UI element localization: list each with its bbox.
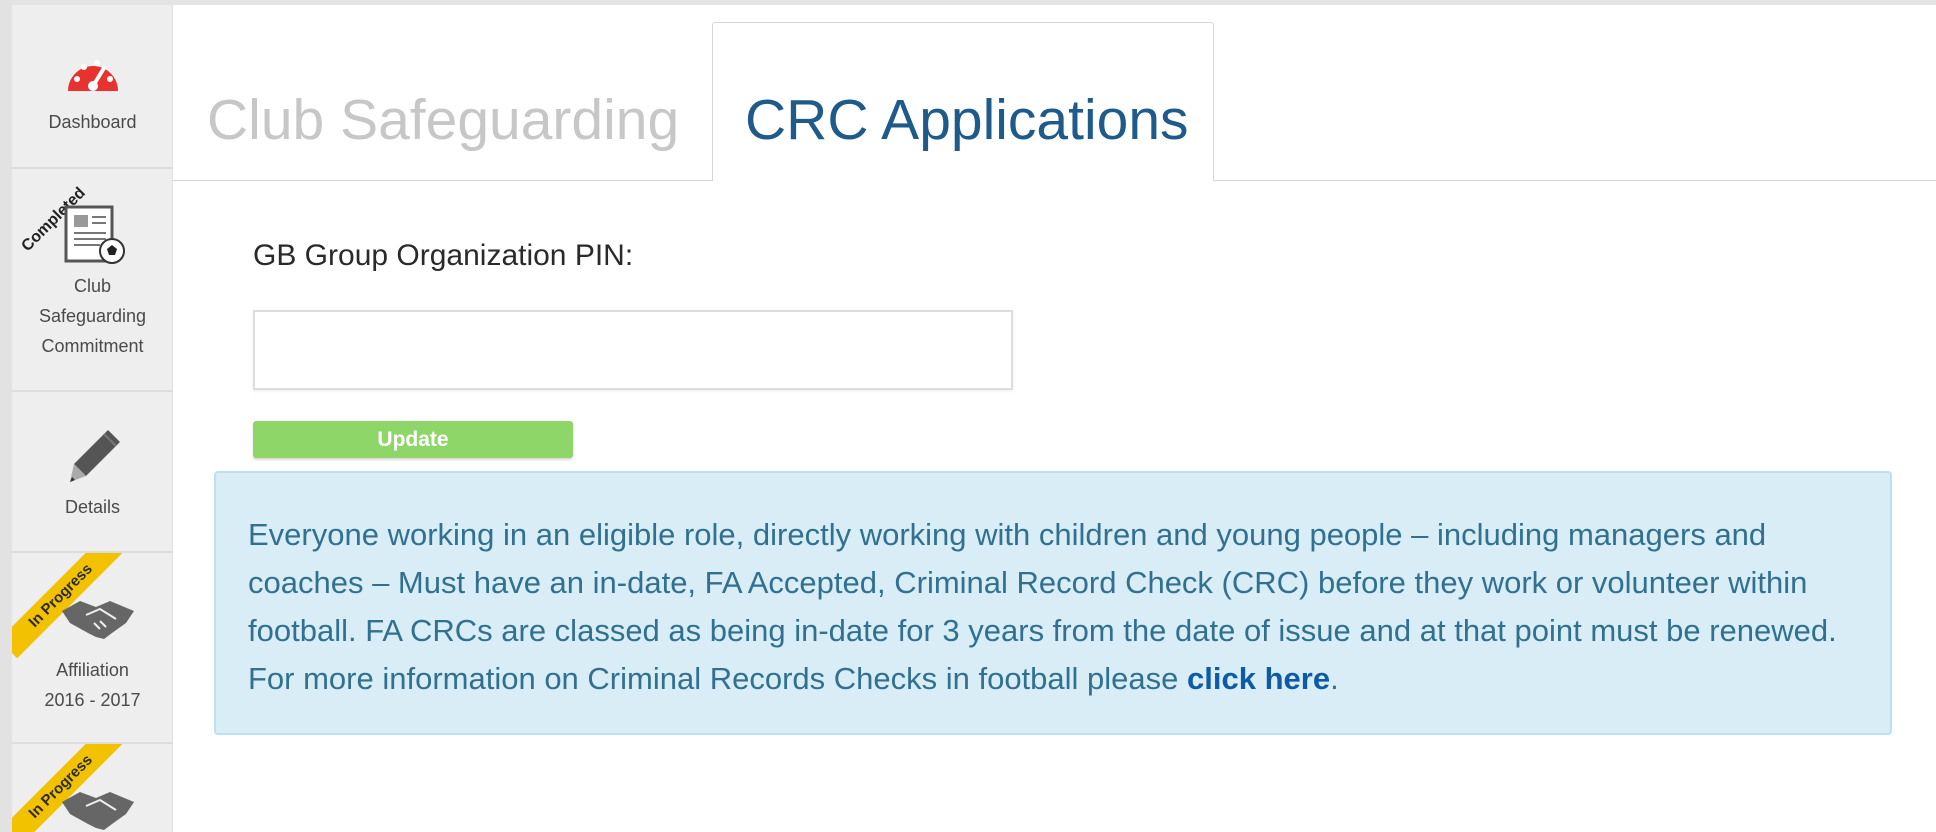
sidebar-item-club-safeguarding[interactable]: Completed Club Safeguarding Commitment	[12, 169, 172, 393]
sidebar-item-label: Affiliation	[56, 660, 129, 680]
sidebar-item-affiliation-2016-2017[interactable]: In Progress Affiliation 2016 - 2017	[12, 553, 172, 743]
main-panel: Club Safeguarding CRC Applications GB Gr…	[173, 5, 1936, 832]
sidebar-item-label: Safeguarding	[38, 306, 147, 326]
info-text: Everyone working in an eligible role, di…	[248, 517, 1837, 696]
sidebar-item-details[interactable]: Details	[12, 392, 172, 552]
pencil-icon	[70, 430, 120, 482]
sidebar: Dashboard Completed Club Safeguarding Co…	[12, 5, 173, 832]
safeguarding-document-icon	[64, 205, 125, 264]
pin-label: GB Group Organization PIN:	[253, 239, 634, 272]
tab-crc-applications[interactable]: CRC Applications	[745, 85, 1189, 155]
sidebar-item-affiliation-next[interactable]: In Progress	[12, 744, 172, 832]
gb-group-pin-input[interactable]	[253, 310, 1013, 390]
crc-info-alert: Everyone working in an eligible role, di…	[214, 471, 1892, 735]
update-button[interactable]: Update	[253, 421, 573, 458]
sidebar-item-label: Dashboard	[48, 112, 137, 132]
sidebar-item-label: Details	[64, 497, 121, 517]
sidebar-item-dashboard[interactable]: Dashboard	[12, 5, 172, 167]
dashboard-gauge-icon	[68, 60, 118, 91]
left-edge	[0, 0, 12, 832]
sidebar-item-label: Club	[73, 276, 112, 296]
sidebar-item-label: Commitment	[41, 336, 144, 356]
click-here-link[interactable]: click here	[1187, 661, 1330, 696]
handshake-icon	[62, 792, 134, 830]
sidebar-item-label: 2016 - 2017	[44, 690, 141, 710]
info-trailing: .	[1330, 661, 1339, 696]
handshake-icon	[62, 601, 134, 639]
tab-club-safeguarding[interactable]: Club Safeguarding	[207, 85, 679, 155]
